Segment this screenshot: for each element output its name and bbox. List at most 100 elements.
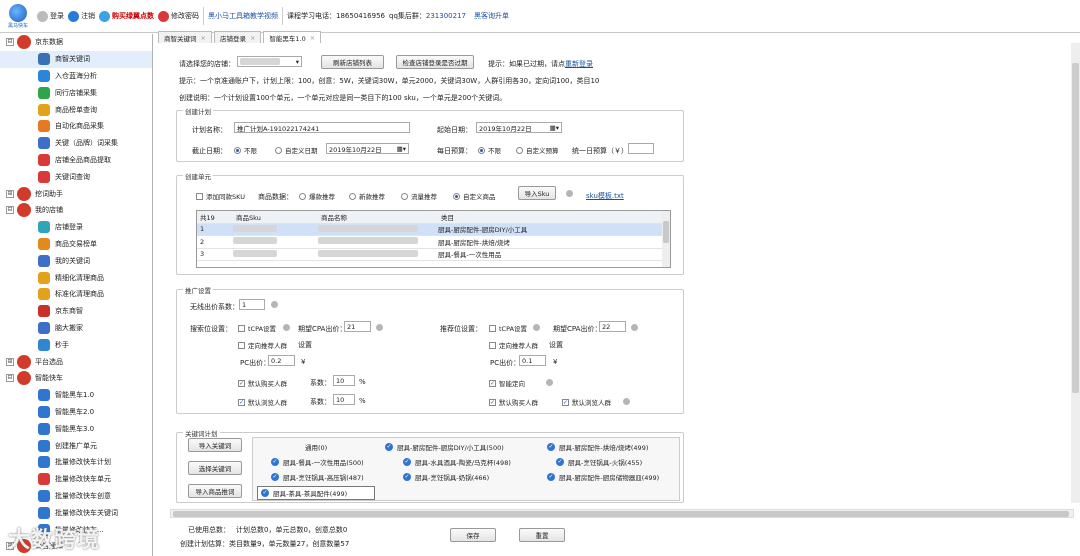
tree-item[interactable]: 店铺全品商品提取 — [0, 152, 152, 169]
save-button[interactable]: 保存 — [450, 528, 496, 542]
rec-buyer-checkbox[interactable]: ✓ 默认购买人群 — [489, 397, 538, 407]
help-icon[interactable] — [546, 379, 553, 386]
tree-item[interactable]: 店铺登录 — [0, 219, 152, 236]
start-date-picker[interactable]: 2019年10月22日 ▦▾ — [476, 122, 562, 133]
vertical-scrollbar[interactable] — [1071, 43, 1080, 503]
search-cpa-input[interactable]: 21 — [344, 321, 371, 332]
hot-radio[interactable]: 爆款推荐 — [299, 191, 335, 201]
tree-item[interactable]: 批量修改快车单元 — [0, 471, 152, 488]
tree-item[interactable]: 创建推广单元 — [0, 437, 152, 454]
shop-select[interactable]: ▾ — [237, 56, 302, 67]
tree-item[interactable]: 我的关键词 — [0, 252, 152, 269]
reset-button[interactable]: 重置 — [519, 528, 565, 542]
rec-pc-input[interactable]: 0.1 — [519, 355, 546, 366]
logout-button[interactable]: 注销 — [68, 7, 95, 25]
tree-group[interactable]: ⊟ 我的店铺 — [0, 202, 152, 219]
kw-item[interactable]: ✓ 厨具-厨房配件-烘焙/烧烤(499) — [547, 442, 648, 452]
kw-item[interactable]: ✓ 厨具-厨房配件-厨房DIY/小工具(500) — [385, 442, 504, 452]
tab-shop-login[interactable]: 店铺登录 × — [213, 31, 262, 43]
help-icon[interactable] — [283, 324, 290, 331]
help-icon[interactable] — [631, 324, 638, 331]
smart-target-checkbox[interactable]: ✓ 智能定向 — [489, 378, 525, 388]
close-icon[interactable]: × — [310, 34, 315, 42]
calc-link[interactable]: 黑客询升单 — [474, 7, 509, 25]
search-setting-link[interactable]: 设置 — [298, 340, 312, 350]
tab-keywords[interactable]: 商智关键词 × — [158, 31, 212, 43]
table-row[interactable]: 2 厨具-厨房配件-烘焙/烧烤 — [197, 236, 670, 249]
expand-icon[interactable]: ⊞ — [6, 189, 14, 198]
tree-item[interactable]: 京东商智 — [0, 303, 152, 320]
end-custom-radio[interactable]: 自定义日期 — [275, 145, 318, 155]
tree-item[interactable]: 同行店铺采集 — [0, 84, 152, 101]
flow-radio[interactable]: 流量推荐 — [401, 191, 437, 201]
kw-item[interactable]: ✓ 厨具-水具酒具-陶瓷/马克杯(498) — [403, 457, 511, 467]
kw-item[interactable]: ✓ 厨具-厨房配件-厨房储物器皿(499) — [547, 472, 659, 482]
search-buyer-checkbox[interactable]: ✓ 默认购买人群 — [238, 378, 287, 388]
import-goods-keywords-button[interactable]: 导入商品推词 — [188, 484, 242, 498]
add-sku-checkbox[interactable]: 添加同款SKU — [196, 191, 245, 201]
search-browse-checkbox[interactable]: ✓ 默认浏览人群 — [238, 397, 287, 407]
rec-browse-checkbox[interactable]: ✓ 默认浏览人群 — [562, 397, 611, 407]
tab-smart-car[interactable]: 智能黑车1.0 × — [263, 31, 322, 43]
kw-item[interactable]: ✓ 厨具-茶具-茶具配件(499) — [257, 486, 375, 500]
tree-item[interactable]: 商品榜单查询 — [0, 101, 152, 118]
tree-group[interactable]: ⊞ 平台选品 — [0, 353, 152, 370]
coef-input-2[interactable]: 10 — [333, 394, 355, 405]
login-button[interactable]: 登录 — [37, 7, 64, 25]
video-link[interactable]: 黑小马工具箱教学视频 — [208, 7, 278, 25]
table-row[interactable]: 1 厨具-厨房配件-厨房DIY/小工具 — [197, 223, 670, 236]
end-date-picker[interactable]: 2019年10月22日 ▦▾ — [326, 143, 409, 154]
expand-icon[interactable]: ⊟ — [6, 374, 14, 383]
kw-item[interactable]: ✓ 厨具-烹饪锅具-火锅(455) — [556, 457, 642, 467]
buy-points-button[interactable]: 购买绿翼点数 — [99, 7, 154, 25]
horizontal-scrollbar[interactable] — [170, 509, 1074, 518]
help-icon[interactable] — [376, 324, 383, 331]
import-keywords-button[interactable]: 导入关键词 — [188, 438, 242, 452]
sku-table[interactable]: 共19 商品Sku 商品名称 类目 1 厨具-厨房配件-厨房DIY/小工具 2 厨具-厨房配件… — [196, 210, 671, 268]
help-icon[interactable] — [623, 398, 630, 405]
kw-item[interactable]: 通用(0) — [305, 442, 327, 452]
plan-name-input[interactable]: 推广计划A-191022174241 — [234, 122, 410, 133]
tree-item[interactable]: 关键（品牌）词采集 — [0, 135, 152, 152]
kw-item[interactable]: ✓ 厨具-烹饪锅具-奶锅(466) — [403, 472, 489, 482]
expand-icon[interactable]: ⊟ — [6, 206, 14, 215]
rec-cpa-input[interactable]: 22 — [599, 321, 626, 332]
rec-target-checkbox[interactable]: 定向推荐人群 — [489, 340, 538, 350]
tree-item[interactable]: 关键词查询 — [0, 168, 152, 185]
new-radio[interactable]: 新款推荐 — [349, 191, 385, 201]
search-target-checkbox[interactable]: 定向推荐人群 — [238, 340, 287, 350]
table-row[interactable]: 3 厨具-餐具-一次性用品 — [197, 249, 670, 261]
tree-item[interactable]: 批量修改快车计划 — [0, 454, 152, 471]
coef-input-1[interactable]: 10 — [333, 375, 355, 386]
tree-item[interactable]: 秒手 — [0, 336, 152, 353]
tree-item[interactable]: 标准化清理商品 — [0, 286, 152, 303]
budget-unlimited-radio[interactable]: 不限 — [478, 145, 501, 155]
tree-item[interactable]: 批量修改快车创意 — [0, 488, 152, 505]
tree-item[interactable]: 脑大搬家 — [0, 320, 152, 337]
end-unlimited-radio[interactable]: 不限 — [234, 145, 257, 155]
budget-custom-radio[interactable]: 自定义预算 — [516, 145, 559, 155]
rec-tcpa-checkbox[interactable]: tCPA设置 — [489, 323, 527, 333]
tree-item[interactable]: 商品交易榜单 — [0, 236, 152, 253]
close-icon[interactable]: × — [201, 34, 206, 42]
help-icon[interactable] — [271, 301, 278, 308]
refresh-shops-button[interactable]: 刷新店铺列表 — [321, 55, 384, 69]
check-login-button[interactable]: 检查店铺登录是否过期 — [396, 55, 474, 69]
help-icon[interactable] — [566, 190, 573, 197]
rec-setting-link[interactable]: 设置 — [549, 340, 563, 350]
relogin-link[interactable]: 重新登录 — [565, 60, 593, 68]
tree-item[interactable]: 入仓蓝海分析 — [0, 68, 152, 85]
tree-item[interactable]: 商智关键词 — [0, 50, 152, 68]
kw-item[interactable]: ✓ 厨具-餐具-一次性用品(500) — [271, 457, 364, 467]
expand-icon[interactable]: ⊞ — [6, 357, 14, 366]
search-pc-input[interactable]: 0.2 — [268, 355, 295, 366]
unified-budget-input[interactable] — [628, 143, 654, 154]
tree-group[interactable]: ⊞ 挖词助手 — [0, 185, 152, 202]
import-sku-button[interactable]: 导入Sku — [518, 186, 556, 200]
search-tcpa-checkbox[interactable]: tCPA设置 — [238, 323, 276, 333]
close-icon[interactable]: × — [250, 34, 255, 42]
tree-group[interactable]: ⊟ 京东数据 — [0, 34, 152, 51]
kw-item[interactable]: ✓ 厨具-烹饪锅具-高压锅(487) — [271, 472, 364, 482]
change-password-button[interactable]: 修改密码 — [158, 7, 199, 25]
help-icon[interactable] — [533, 324, 540, 331]
